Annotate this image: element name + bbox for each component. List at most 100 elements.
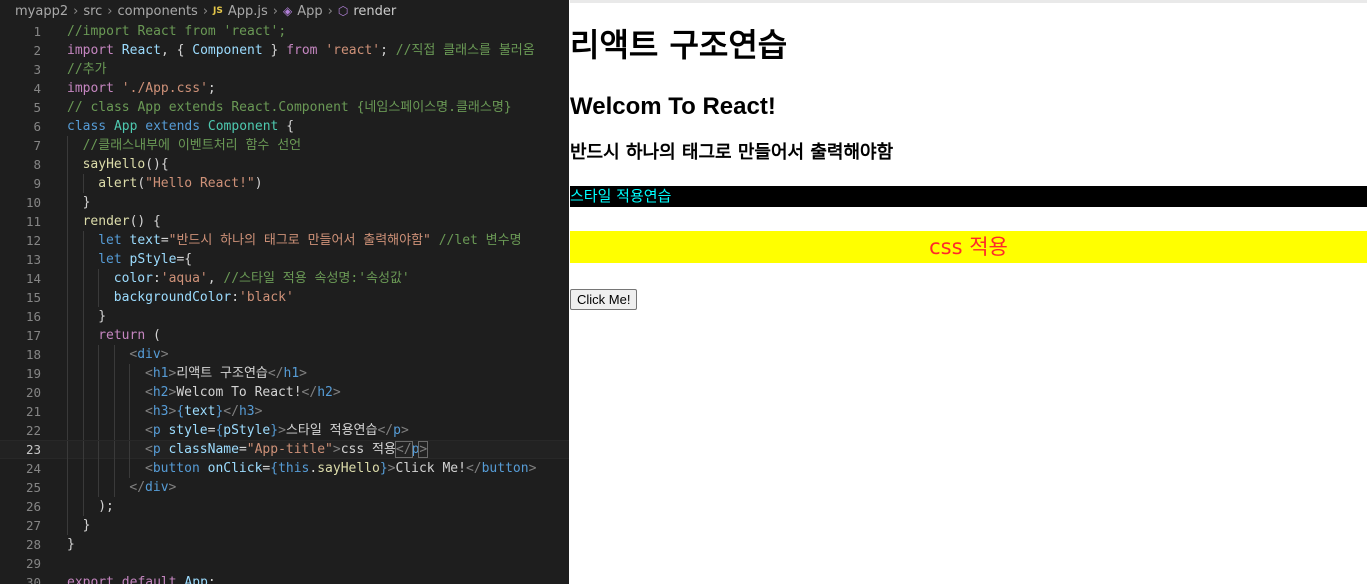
code-line[interactable]: 1 //import React from 'react';: [0, 22, 569, 41]
code-token: p: [152, 423, 169, 438]
indent-guide: [82, 269, 84, 288]
code-text: <h1>리액트 구조연습</h1>: [145, 364, 307, 383]
breadcrumb-item-myapp2[interactable]: myapp2: [15, 4, 68, 19]
indent-guide: [113, 383, 115, 402]
code-editor[interactable]: myapp2 › src › components › JS App.js › …: [0, 0, 569, 584]
breadcrumb-item-class[interactable]: App: [297, 4, 322, 19]
code-token: text: [184, 404, 216, 419]
code-lines[interactable]: 1 //import React from 'react'; 2 import Rea…: [0, 22, 569, 584]
indent-guide: [98, 269, 100, 288]
code-line[interactable]: 2 import React, { Component } from 'react…: [0, 41, 569, 60]
code-line[interactable]: 27}: [0, 516, 569, 535]
breadcrumb-item-file[interactable]: App.js: [228, 4, 268, 19]
indent-guide: [67, 516, 68, 535]
code-line[interactable]: 19 <h1>리액트 구조연습</h1>: [0, 364, 569, 383]
line-number: 8: [33, 157, 41, 172]
code-token: Click Me!: [395, 461, 466, 476]
code-line[interactable]: 21 <h3>{text}</h3>: [0, 402, 569, 421]
code-token: className: [168, 442, 239, 457]
code-token: h3: [152, 404, 169, 419]
code-token: );: [98, 499, 114, 514]
code-text: <button onClick={this.sayHello}>Click Me…: [145, 459, 536, 478]
code-token: style: [168, 423, 208, 438]
indent-guide: [82, 441, 84, 460]
code-token: App: [113, 119, 146, 134]
line-number: 24: [25, 461, 41, 476]
code-line[interactable]: 10}: [0, 193, 569, 212]
code-line[interactable]: 4 import './App.css';: [0, 79, 569, 98]
code-line[interactable]: 24 <button onClick={this.sayHello}>Click …: [0, 459, 569, 478]
code-line[interactable]: 28}: [0, 535, 569, 554]
code-token: {: [270, 461, 279, 476]
code-line[interactable]: 14 color:'aqua', //스타일 적용 속성명:'속성값': [0, 269, 569, 288]
indent-guide: [82, 421, 84, 440]
code-line[interactable]: 3 //추가: [0, 60, 569, 79]
indent-guide: [98, 364, 100, 383]
indent-guide: [98, 478, 100, 497]
code-token: (){: [145, 157, 169, 172]
code-token: ;: [207, 81, 216, 96]
code-line[interactable]: 5 // class App extends React.Component {네…: [0, 98, 569, 117]
code-token: </: [394, 441, 413, 458]
code-token: >: [168, 480, 177, 495]
code-line[interactable]: 11 render() {: [0, 212, 569, 231]
code-line[interactable]: 18 <div>: [0, 345, 569, 364]
code-token: ): [254, 176, 263, 191]
code-text: return (: [98, 326, 161, 345]
line-number: 28: [25, 537, 41, 552]
code-line[interactable]: 13 let pStyle={: [0, 250, 569, 269]
code-line[interactable]: 17 return (: [0, 326, 569, 345]
code-token: }: [67, 537, 75, 552]
code-line[interactable]: 23 <p className="App-title">css 적용</p>: [0, 440, 569, 460]
code-token: >: [400, 423, 409, 438]
code-line[interactable]: 29: [0, 554, 569, 573]
indent-guide: [67, 326, 68, 345]
code-line[interactable]: 16}: [0, 307, 569, 326]
indent-guide: [67, 250, 68, 269]
code-line[interactable]: 30 export default App;: [0, 573, 569, 584]
preview-heading-2: Welcom To React!: [570, 93, 776, 120]
code-line[interactable]: 20 <h2>Welcom To React!</h2>: [0, 383, 569, 402]
breadcrumb-item-method[interactable]: render: [353, 4, 396, 19]
code-line[interactable]: 26);: [0, 497, 569, 516]
method-cube-icon: ⬡: [337, 4, 349, 18]
code-token: backgroundColor: [113, 290, 232, 305]
code-text: </div>: [129, 478, 176, 497]
indent-guide: [98, 459, 100, 478]
code-token: (: [152, 328, 161, 343]
breadcrumb-item-src[interactable]: src: [83, 4, 102, 19]
code-token: 리액트 구조연습: [176, 366, 268, 381]
indent-guide: [82, 383, 84, 402]
code-line[interactable]: 15 backgroundColor:'black': [0, 288, 569, 307]
code-token: let: [98, 233, 130, 248]
indent-guide: [82, 478, 84, 497]
code-token: //let 변수명: [438, 233, 522, 248]
click-me-button[interactable]: Click Me!: [570, 289, 638, 310]
code-token: }: [262, 43, 287, 58]
breadcrumb-item-components[interactable]: components: [118, 4, 198, 19]
code-line[interactable]: 12 let text="반드시 하나의 태그로 만들어서 출력해야함" //le…: [0, 231, 569, 250]
breadcrumb: myapp2 › src › components › JS App.js › …: [0, 0, 569, 22]
line-number: 19: [25, 366, 41, 381]
line-number: 30: [25, 575, 41, 584]
code-line[interactable]: 22 <p style={pStyle}>스타일 적용연습</p>: [0, 421, 569, 440]
code-line[interactable]: 8 sayHello(){: [0, 155, 569, 174]
code-line[interactable]: 6 class App extends Component {: [0, 117, 569, 136]
code-text: <h3>{text}</h3>: [145, 402, 262, 421]
code-text: //클래스내부에 이벤트처리 함수 선언: [83, 136, 302, 155]
code-text: let pStyle={: [98, 250, 192, 269]
line-number: 12: [25, 233, 41, 248]
code-token: // class App extends React.Component {네임…: [67, 100, 512, 115]
class-symbol-icon: ◈: [283, 4, 293, 18]
code-line[interactable]: 9 alert("Hello React!"): [0, 174, 569, 193]
browser-preview: 리액트 구조연습 Welcom To React! 반드시 하나의 태그로 만들…: [570, 0, 1367, 584]
code-text: // class App extends React.Component {네임…: [67, 98, 512, 117]
indent-guide: [82, 402, 84, 421]
indent-guide: [82, 231, 84, 250]
code-token: :: [152, 271, 161, 286]
indent-guide: [67, 269, 68, 288]
code-token: //import React from 'react';: [67, 24, 287, 39]
code-line[interactable]: 25 </div>: [0, 478, 569, 497]
indent-guide: [113, 459, 115, 478]
code-line[interactable]: 7 //클래스내부에 이벤트처리 함수 선언: [0, 136, 569, 155]
